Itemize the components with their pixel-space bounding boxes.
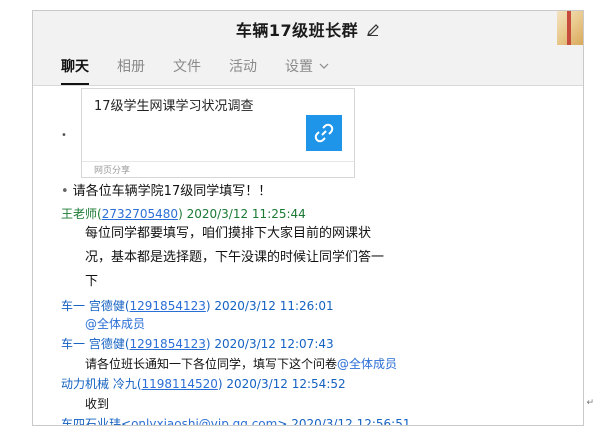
- link-icon: [306, 115, 342, 151]
- tab-activity[interactable]: 活动: [215, 56, 271, 85]
- message-header: 动力机械 冷九(1198114520) 2020/3/12 12:54:52: [61, 377, 346, 391]
- bullet-icon: •: [61, 130, 67, 141]
- sender-id[interactable]: 1291854123: [130, 337, 206, 351]
- edit-pencil-icon[interactable]: [366, 22, 380, 36]
- message-header: 车一 宫德健(1291854123) 2020/3/12 12:07:43: [61, 337, 334, 351]
- tab-label: 设置: [285, 59, 313, 75]
- message-time: 2020/3/12 12:54:52: [226, 377, 346, 391]
- message-text: 请各位班长通知一下各位同学，填写下这个问卷: [85, 357, 338, 371]
- sender-name[interactable]: 动力机械 冷九: [61, 377, 137, 391]
- message-body: 下: [85, 274, 99, 289]
- message-time: 2020/3/12 12:56:51: [291, 417, 411, 426]
- chat-window: 车辆17级班长群 聊天 相册 文件 活动 设置 • 17级学生网课学习状况调查: [32, 10, 584, 426]
- tab-files[interactable]: 文件: [159, 56, 215, 85]
- message-time: 2020/3/12 12:07:43: [214, 337, 334, 351]
- tab-album[interactable]: 相册: [103, 56, 159, 85]
- tab-label: 活动: [229, 59, 257, 75]
- sender-name[interactable]: 车一 宫德健: [61, 299, 125, 313]
- mention-all[interactable]: @全体成员: [337, 357, 397, 371]
- message-body: @全体成员: [85, 316, 145, 332]
- message-body: 收到: [85, 397, 110, 411]
- ribbon-decoration-icon: [557, 11, 583, 45]
- tab-label: 文件: [173, 59, 201, 75]
- tab-bar: 聊天 相册 文件 活动 设置: [33, 47, 583, 86]
- share-card-title: 17级学生网课学习状况调查: [94, 99, 254, 114]
- paragraph-return-icon: ↵: [586, 398, 594, 408]
- sender-email[interactable]: onlyxiaoshi@vip.qq.com: [131, 417, 277, 425]
- group-title: 车辆17级班长群: [235, 21, 359, 40]
- sender-name[interactable]: 车四石业玮: [61, 417, 121, 425]
- message-header: 车四石业玮<onlyxiaoshi@vip.qq.com> 2020/3/12 …: [61, 416, 411, 426]
- share-card-footer: 网页分享: [94, 166, 131, 176]
- message-time: 2020/3/12 11:25:44: [186, 207, 306, 221]
- bullet-icon: •: [61, 184, 69, 199]
- tab-settings[interactable]: 设置: [271, 56, 343, 85]
- message-body: 请各位班长通知一下各位同学，填写下这个问卷@全体成员: [85, 356, 397, 372]
- sender-id[interactable]: 1198114520: [142, 377, 218, 391]
- mention-all[interactable]: @全体成员: [85, 317, 145, 331]
- message-header: 车一 宫德健(1291854123) 2020/3/12 11:26:01: [61, 299, 334, 313]
- message-body: • 请各位车辆学院17级同学填写！！: [61, 180, 271, 204]
- message-header: 王老师(2732705480) 2020/3/12 11:25:44: [61, 207, 306, 221]
- tab-label: 聊天: [61, 59, 89, 75]
- message-text: 请各位车辆学院17级同学填写！！: [72, 184, 272, 199]
- message-body: 每位同学都要填写，咱们摸排下大家目前的网课状: [85, 226, 372, 241]
- sender-name[interactable]: 车一 宫德健: [61, 337, 125, 351]
- chevron-down-icon: [319, 61, 329, 72]
- sender-id[interactable]: 1291854123: [130, 299, 206, 313]
- sender-id[interactable]: 2732705480: [102, 207, 178, 221]
- message-time: 2020/3/12 11:26:01: [214, 299, 334, 313]
- title-bar: 车辆17级班长群: [33, 11, 583, 47]
- message-body: 况，基本都是选择题，下午没课的时候让同学们答一: [85, 250, 385, 265]
- tab-chat[interactable]: 聊天: [47, 56, 103, 85]
- divider: [82, 161, 354, 162]
- tab-label: 相册: [117, 59, 145, 75]
- sender-name[interactable]: 王老师: [61, 207, 97, 221]
- web-share-card[interactable]: 17级学生网课学习状况调查 网页分享: [81, 88, 355, 178]
